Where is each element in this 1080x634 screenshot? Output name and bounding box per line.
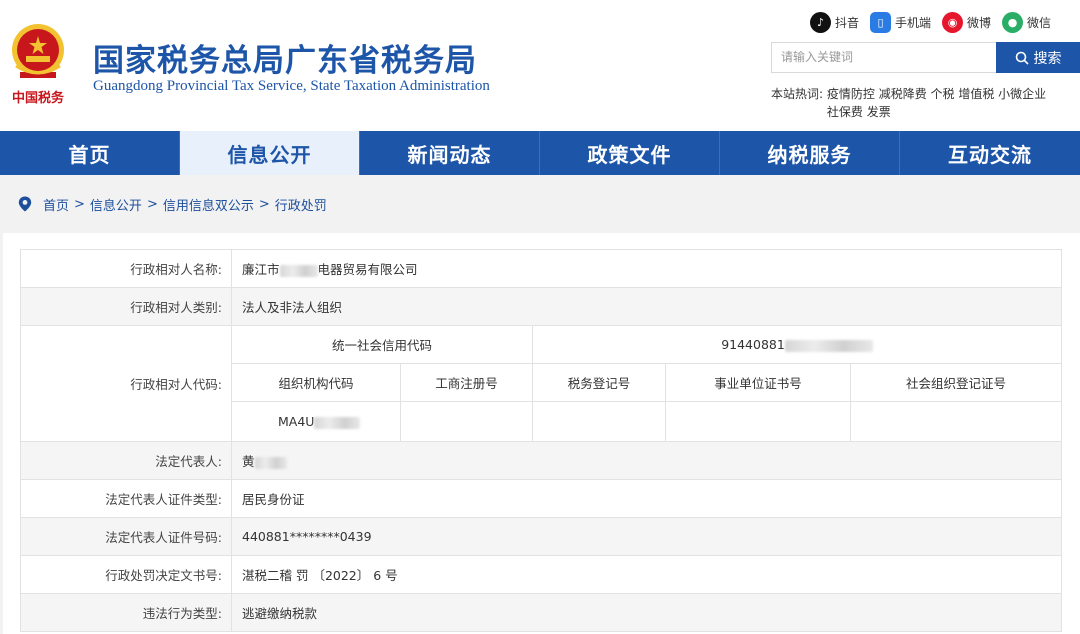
credit-code-value: 91440881 xyxy=(532,325,1062,364)
site-title[interactable]: 国家税务总局广东省税务局 xyxy=(93,35,477,80)
code-label: 行政相对人代码: xyxy=(20,325,232,442)
violation-type-value: 逃避缴纳税款 xyxy=(231,593,1062,632)
nav-item-home[interactable]: 首页 xyxy=(0,131,180,175)
nav-item-news[interactable]: 新闻动态 xyxy=(360,131,540,175)
social-org-cert-header: 社会组织登记证号 xyxy=(850,363,1062,402)
table-row: 行政处罚决定文书号: 湛税二稽 罚 〔2022〕 6 号 xyxy=(20,555,1062,594)
table-row: 行政相对人代码: 统一社会信用代码 91440881 xyxy=(20,325,1062,442)
table-row: 行政相对人名称: 廉江市 电器贸易有限公司 xyxy=(20,249,1062,288)
mobile-icon: ▯ xyxy=(870,12,892,33)
search-icon xyxy=(1015,51,1029,65)
penalty-info-table: 行政相对人名称: 廉江市 电器贸易有限公司 行政相对人类别: 法人及非法人组织 行… xyxy=(20,249,1062,632)
redacted-mask xyxy=(254,456,287,469)
credit-code-prefix: 91440881 xyxy=(721,337,785,352)
site-header: 中国税务 国家税务总局广东省税务局 Guangdong Provincial T… xyxy=(0,0,1080,131)
national-emblem-icon[interactable]: 中国税务 xyxy=(6,22,70,110)
legal-rep-value: 黄 xyxy=(231,441,1062,480)
table-row: 法定代表人: 黄 xyxy=(20,441,1062,480)
tax-reg-header: 税务登记号 xyxy=(532,363,666,402)
wechat-icon: ● xyxy=(1002,12,1024,33)
business-reg-value xyxy=(400,401,533,442)
redacted-mask xyxy=(784,339,873,352)
legal-rep-prefix: 黄 xyxy=(242,454,255,469)
id-type-value: 居民身份证 xyxy=(231,479,1062,518)
main-nav: 首页 信息公开 新闻动态 政策文件 纳税服务 互动交流 xyxy=(0,131,1080,175)
table-row: 行政相对人类别: 法人及非法人组织 xyxy=(20,287,1062,326)
table-row: 法定代表人证件号码: 440881********0439 xyxy=(20,517,1062,556)
breadcrumb: 首页 > 信息公开 > 信用信息双公示 > 行政处罚 xyxy=(0,175,1080,233)
name-value: 廉江市 电器贸易有限公司 xyxy=(231,249,1062,288)
site-subtitle: Guangdong Provincial Tax Service, State … xyxy=(93,78,490,94)
id-number-value: 440881********0439 xyxy=(231,517,1062,556)
decision-doc-label: 行政处罚决定文书号: xyxy=(20,555,232,594)
nav-item-info-disclosure[interactable]: 信息公开 xyxy=(180,131,360,175)
name-prefix: 廉江市 xyxy=(242,262,280,277)
id-number-label: 法定代表人证件号码: xyxy=(20,517,232,556)
nav-item-tax-service[interactable]: 纳税服务 xyxy=(720,131,900,175)
org-code-prefix: MA4U xyxy=(278,414,315,429)
social-label: 抖音 xyxy=(835,16,860,30)
social-label: 微信 xyxy=(1027,16,1052,30)
weibo-icon: ◉ xyxy=(942,12,964,33)
hot-words: 本站热词: 疫情防控 减税降费 个税 增值税 小微企业 社保费 发票 xyxy=(771,85,1071,121)
tax-reg-value xyxy=(532,401,666,442)
org-code-value: MA4U xyxy=(231,401,401,442)
type-value: 法人及非法人组织 xyxy=(231,287,1062,326)
name-label: 行政相对人名称: xyxy=(20,249,232,288)
org-code-header: 组织机构代码 xyxy=(231,363,401,402)
breadcrumb-separator: > xyxy=(74,196,85,212)
location-pin-icon xyxy=(18,196,32,212)
search-button-label: 搜索 xyxy=(1033,50,1062,67)
hot-words-line[interactable]: 疫情防控 减税降费 个税 增值税 小微企业 xyxy=(827,87,1046,101)
breadcrumb-separator: > xyxy=(146,196,158,212)
business-reg-header: 工商注册号 xyxy=(400,363,533,402)
social-org-cert-value xyxy=(850,401,1062,442)
redacted-mask xyxy=(314,416,361,429)
breadcrumb-separator: > xyxy=(258,196,270,212)
breadcrumb-item-penalty[interactable]: 行政处罚 xyxy=(275,195,327,214)
social-weibo[interactable]: ◉ 微博 xyxy=(942,12,991,33)
name-suffix: 电器贸易有限公司 xyxy=(317,262,418,277)
social-label: 微博 xyxy=(967,16,992,30)
social-links: ♪ 抖音 ▯ 手机端 ◉ 微博 ● 微信 xyxy=(810,12,1051,33)
credit-code-header: 统一社会信用代码 xyxy=(231,325,533,364)
breadcrumb-item-credit[interactable]: 信用信息双公示 xyxy=(163,195,254,214)
search-input[interactable]: 请输入关键词 xyxy=(771,42,996,73)
type-label: 行政相对人类别: xyxy=(20,287,232,326)
douyin-icon: ♪ xyxy=(810,12,831,33)
hot-words-line[interactable]: 社保费 发票 xyxy=(827,105,891,119)
nav-item-interaction[interactable]: 互动交流 xyxy=(900,131,1080,175)
redacted-mask xyxy=(279,264,318,277)
nav-item-policy[interactable]: 政策文件 xyxy=(540,131,720,175)
social-douyin[interactable]: ♪ 抖音 xyxy=(810,12,859,33)
search-button[interactable]: 搜索 xyxy=(996,42,1080,73)
table-row: 违法行为类型: 逃避缴纳税款 xyxy=(20,593,1062,632)
breadcrumb-item-home[interactable]: 首页 xyxy=(43,195,69,214)
social-wechat[interactable]: ● 微信 xyxy=(1002,12,1051,33)
table-row: 法定代表人证件类型: 居民身份证 xyxy=(20,479,1062,518)
institution-cert-header: 事业单位证书号 xyxy=(665,363,851,402)
institution-cert-value xyxy=(665,401,851,442)
legal-rep-label: 法定代表人: xyxy=(20,441,232,480)
violation-type-label: 违法行为类型: xyxy=(20,593,232,632)
breadcrumb-item-info[interactable]: 信息公开 xyxy=(90,195,142,214)
social-mobile[interactable]: ▯ 手机端 xyxy=(870,12,931,33)
id-type-label: 法定代表人证件类型: xyxy=(20,479,232,518)
social-label: 手机端 xyxy=(895,16,932,30)
emblem-text: 中国税务 xyxy=(12,90,65,106)
hot-words-label: 本站热词: xyxy=(771,87,824,101)
decision-doc-value: 湛税二稽 罚 〔2022〕 6 号 xyxy=(231,555,1062,594)
